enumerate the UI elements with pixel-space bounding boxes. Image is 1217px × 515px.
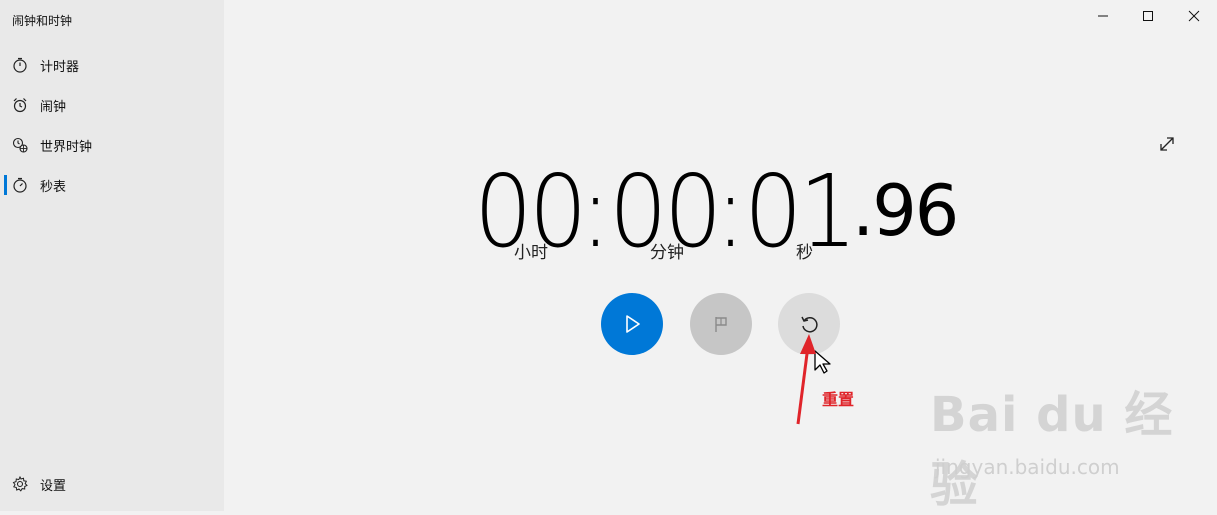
timer-icon [13,57,27,73]
flag-icon [715,317,727,332]
maximize-button[interactable] [1125,0,1171,32]
app-title: 闹钟和时钟 [12,14,73,28]
minimize-button[interactable] [1080,0,1126,32]
watermark-url: jingyan.baidu.com [935,455,1120,479]
unit-hours-label: 小时 [514,243,548,263]
sidebar-item-label: 秒表 [40,180,67,195]
watermark-logo: Bai du 经验 [930,387,1174,513]
sidebar-item-stopwatch[interactable]: 秒表 [0,165,224,205]
close-icon [1188,10,1200,22]
sidebar-item-label: 计时器 [40,60,80,75]
unit-minutes-label: 分钟 [650,243,684,263]
lap-button[interactable] [690,293,752,355]
expand-icon[interactable] [1157,134,1177,154]
separator: : [715,153,746,270]
fraction-display: .96 [852,170,959,252]
play-button[interactable] [601,293,663,355]
world-clock-icon [12,137,28,153]
sidebar-item-alarm[interactable]: 闹钟 [0,85,224,125]
sidebar: 闹钟和时钟 计时器 闹钟 世界时钟 秒表 设置 [0,0,224,511]
annotation-arrow-icon [796,334,816,425]
sidebar-item-settings[interactable]: 设置 [0,464,224,504]
sidebar-item-world-clock[interactable]: 世界时钟 [0,125,224,165]
unit-seconds-label: 秒 [796,243,813,263]
play-icon [626,315,640,333]
sidebar-item-label: 设置 [40,479,67,494]
alarm-icon [13,98,27,113]
stopwatch-icon [13,177,27,193]
sidebar-item-label: 闹钟 [40,100,67,115]
gear-icon [12,476,28,492]
selection-indicator [4,175,7,195]
close-button[interactable] [1171,0,1217,32]
sidebar-item-timer[interactable]: 计时器 [0,45,224,85]
maximize-icon [1143,11,1153,21]
sidebar-item-label: 世界时钟 [40,140,93,155]
minimize-icon [1098,15,1108,17]
annotation-label: 重置 [822,390,855,409]
separator: : [580,153,611,270]
